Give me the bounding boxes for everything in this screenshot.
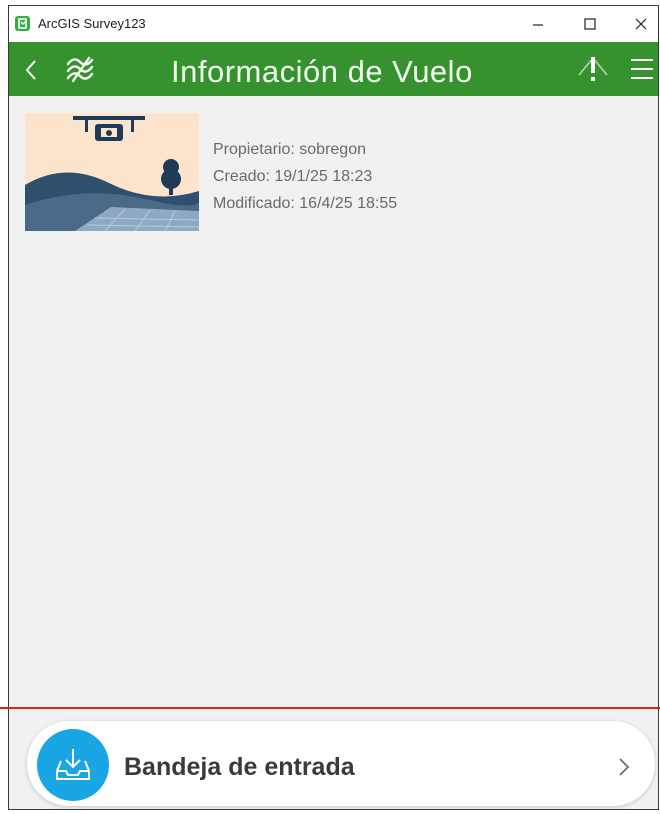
chevron-right-icon [619, 758, 630, 776]
close-button[interactable] [616, 6, 658, 42]
close-icon [635, 18, 647, 30]
minimize-button[interactable] [513, 6, 563, 42]
app-header: Información de Vuelo [9, 42, 658, 96]
inbox-label: Bandeja de entrada [124, 753, 355, 781]
maximize-button[interactable] [565, 6, 615, 42]
inbox-button[interactable]: Bandeja de entrada [27, 721, 655, 806]
drone-landscape-thumbnail [25, 113, 199, 231]
location-alert-icon[interactable] [577, 55, 609, 83]
inbox-download-icon [56, 749, 90, 780]
maximize-icon [584, 18, 596, 30]
survey-metadata: Propietario: sobregon Creado: 19/1/25 18… [213, 136, 397, 217]
hamburger-menu-icon[interactable] [629, 57, 655, 81]
sync-icon[interactable] [64, 54, 96, 84]
survey123-logo-icon [15, 16, 30, 31]
minimize-icon [533, 24, 543, 26]
survey-item[interactable]: Propietario: sobregon Creado: 19/1/25 18… [25, 113, 465, 233]
survey-created: Creado: 19/1/25 18:23 [213, 168, 373, 185]
annotation-red-line [0, 707, 660, 709]
page-title: Información de Vuelo [171, 54, 473, 89]
survey-owner: Propietario: sobregon [213, 141, 366, 158]
window-titlebar: ArcGIS Survey123 [9, 6, 658, 42]
back-arrow-icon[interactable] [23, 58, 39, 82]
inbox-icon-circle [37, 729, 109, 801]
window-title: ArcGIS Survey123 [38, 16, 146, 31]
app-window: ArcGIS Survey123 Información de Vuelo Pr… [8, 5, 659, 810]
survey-modified: Modificado: 16/4/25 18:55 [213, 195, 398, 212]
